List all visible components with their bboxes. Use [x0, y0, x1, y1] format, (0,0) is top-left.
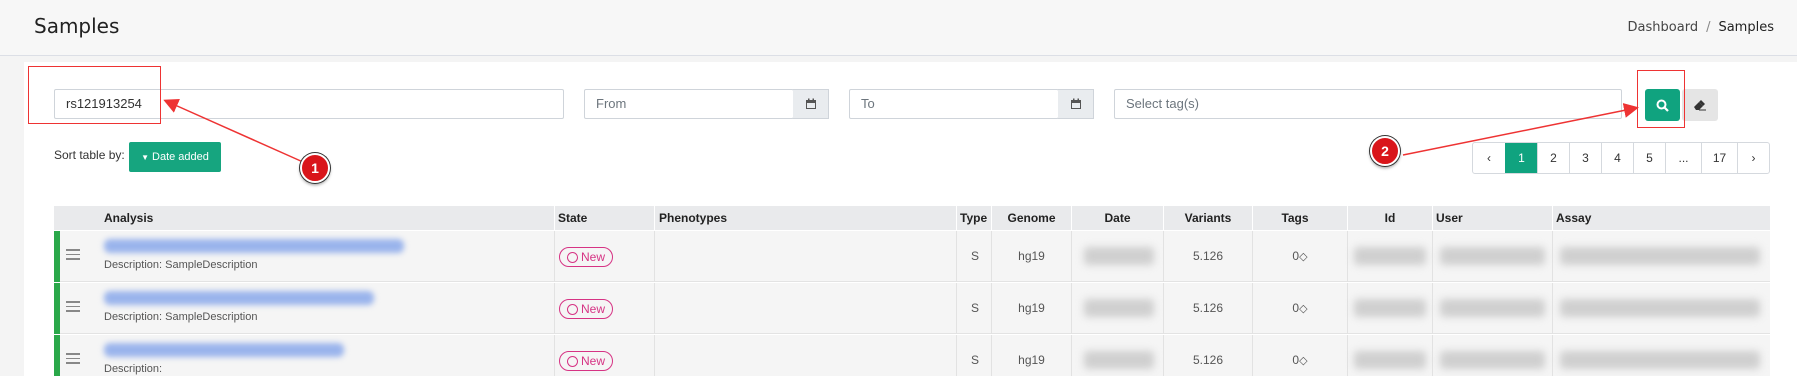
annotation-marker-2: 2 — [1370, 136, 1400, 166]
annotation-arrows — [163, 99, 1639, 163]
annotation-marker-1: 1 — [300, 153, 330, 183]
